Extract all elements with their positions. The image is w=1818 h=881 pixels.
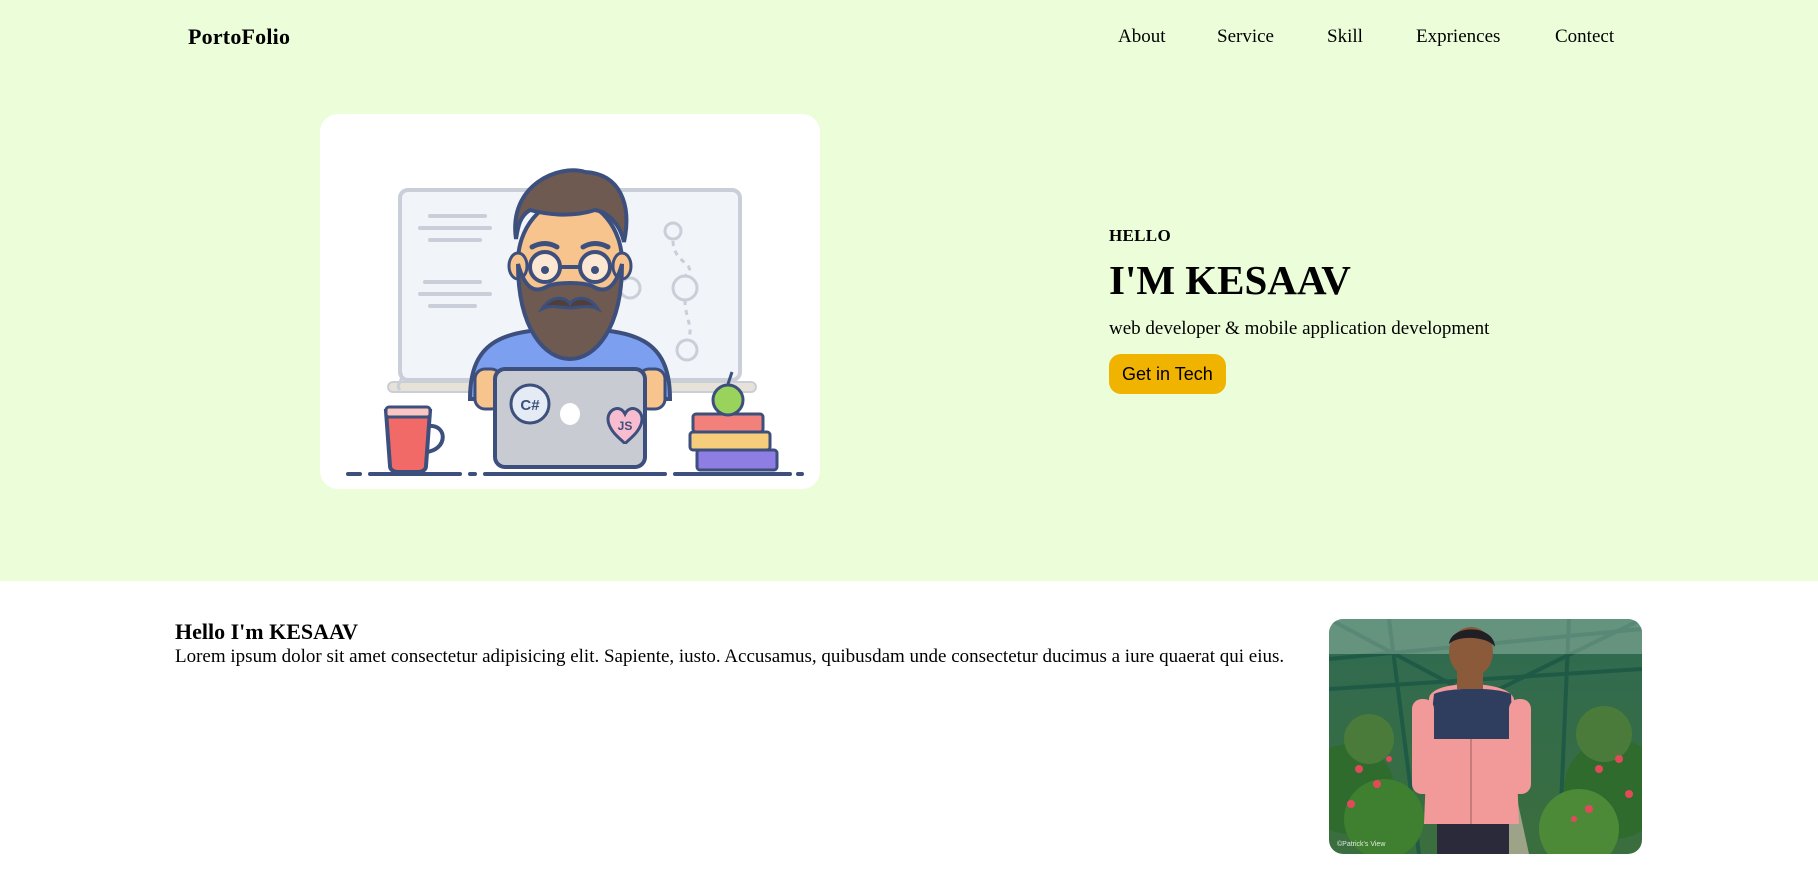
- profile-photo-image: [1329, 619, 1642, 854]
- svg-text:C#: C#: [520, 397, 540, 414]
- hero-subtitle: web developer & mobile application devel…: [1109, 318, 1490, 340]
- apple-fruit-icon: [711, 383, 745, 417]
- hero-text: HELLO I'M KESAAV web developer & mobile …: [1109, 226, 1709, 395]
- hero-illustration-card: C# JS: [320, 114, 820, 489]
- about-heading: Hello I'm KESAAV: [175, 619, 358, 644]
- book-stack-icon: [695, 448, 779, 472]
- developer-illustration: C# JS: [346, 168, 804, 476]
- svg-text:JS: JS: [618, 419, 633, 433]
- nav-link-skill[interactable]: Skill: [1327, 26, 1363, 48]
- brand-logo[interactable]: PortoFolio: [188, 24, 290, 50]
- hero-title: I'M KESAAV: [1109, 257, 1351, 303]
- about-text: Hello I'm KESAAV Lorem ipsum dolor sit a…: [175, 619, 1310, 669]
- hero-section: PortoFolio About Service Skill Exprience…: [0, 0, 1818, 581]
- about-section: Hello I'm KESAAV Lorem ipsum dolor sit a…: [0, 581, 1818, 881]
- navbar: PortoFolio About Service Skill Exprience…: [0, 0, 1818, 76]
- photo-watermark: ©Patrick's View: [1337, 841, 1386, 848]
- coffee-mug-icon: [383, 409, 433, 474]
- nav-link-contact[interactable]: Contect: [1555, 26, 1614, 48]
- nav-link-experiences[interactable]: Expriences: [1416, 26, 1500, 48]
- nav-link-about[interactable]: About: [1118, 26, 1166, 48]
- hero-eyebrow: HELLO: [1109, 226, 1171, 245]
- nav-link-service[interactable]: Service: [1217, 26, 1274, 48]
- apple-logo-icon: [560, 403, 580, 425]
- profile-photo: ©Patrick's View: [1329, 619, 1642, 854]
- about-body: Lorem ipsum dolor sit amet consectetur a…: [175, 646, 1285, 668]
- get-in-touch-button[interactable]: Get in Tech: [1109, 354, 1226, 395]
